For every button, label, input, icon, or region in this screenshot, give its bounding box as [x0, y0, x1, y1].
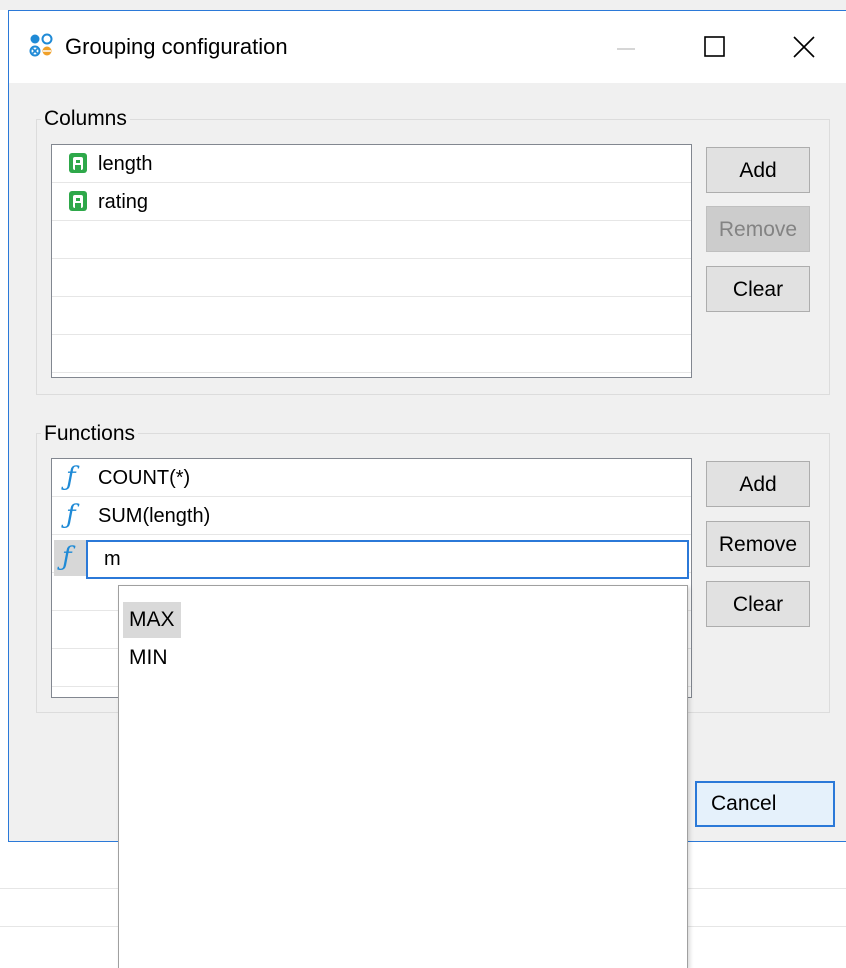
empty-row — [52, 259, 691, 297]
list-item[interactable]: ƒ COUNT(*) — [52, 459, 691, 497]
functions-add-button[interactable]: Add — [706, 461, 810, 507]
autocomplete-dropdown: MAX MIN — [118, 585, 688, 968]
list-item[interactable]: length — [52, 145, 691, 183]
attribute-icon — [69, 153, 87, 173]
list-item[interactable]: ƒ SUM(length) — [52, 497, 691, 535]
functions-remove-button[interactable]: Remove — [706, 521, 810, 567]
function-expression: SUM(length) — [98, 505, 211, 527]
background-strip — [0, 0, 846, 10]
columns-remove-button[interactable]: Remove — [706, 206, 810, 252]
maximize-icon — [704, 36, 725, 57]
close-button[interactable] — [781, 29, 827, 63]
columns-group-label: Columns — [41, 106, 130, 132]
close-icon — [793, 36, 815, 58]
window-title: Grouping configuration — [65, 34, 288, 59]
function-expression: COUNT(*) — [98, 467, 191, 489]
autocomplete-option-min[interactable]: MIN — [123, 640, 174, 676]
list-item[interactable]: rating — [52, 183, 691, 221]
empty-row — [52, 221, 691, 259]
cancel-button[interactable]: Cancel — [695, 781, 835, 827]
columns-clear-button[interactable]: Clear — [706, 266, 810, 312]
column-name: length — [98, 153, 153, 175]
columns-add-button[interactable]: Add — [706, 147, 810, 193]
autocomplete-option-max[interactable]: MAX — [123, 602, 181, 638]
grouping-icon — [29, 33, 53, 57]
empty-row — [52, 297, 691, 335]
functions-group-label: Functions — [41, 421, 139, 447]
function-icon: ƒ — [66, 462, 76, 492]
function-edit-input[interactable]: m — [86, 540, 689, 579]
function-icon: ƒ — [62, 542, 72, 572]
minimize-button[interactable] — [603, 29, 649, 63]
column-name: rating — [98, 191, 149, 213]
editing-row-icon-cell: ƒ — [54, 540, 86, 576]
function-icon: ƒ — [66, 500, 76, 530]
empty-row — [52, 335, 691, 373]
title-bar[interactable]: Grouping configuration — [9, 11, 846, 83]
maximize-button[interactable] — [692, 29, 738, 63]
columns-list[interactable]: length rating — [51, 144, 692, 378]
functions-clear-button[interactable]: Clear — [706, 581, 810, 627]
attribute-icon — [69, 191, 87, 211]
minimize-icon — [617, 48, 635, 50]
